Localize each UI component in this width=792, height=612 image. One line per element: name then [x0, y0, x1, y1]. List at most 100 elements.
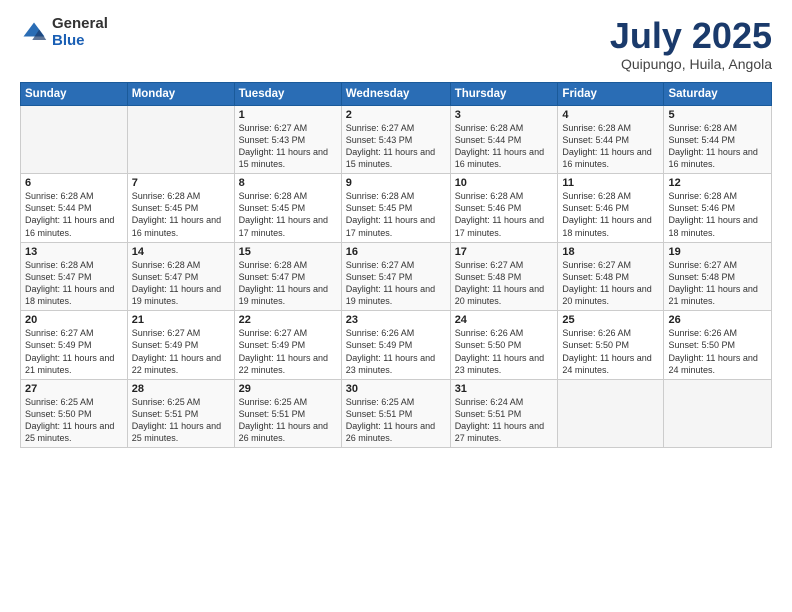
calendar-cell: 6Sunrise: 6:28 AMSunset: 5:44 PMDaylight… [21, 174, 128, 243]
day-number: 8 [239, 177, 337, 189]
day-number: 22 [239, 314, 337, 326]
day-info: Sunrise: 6:28 AMSunset: 5:47 PMDaylight:… [239, 259, 337, 308]
calendar-cell: 14Sunrise: 6:28 AMSunset: 5:47 PMDayligh… [127, 242, 234, 311]
calendar-cell: 29Sunrise: 6:25 AMSunset: 5:51 PMDayligh… [234, 379, 341, 448]
calendar-cell: 24Sunrise: 6:26 AMSunset: 5:50 PMDayligh… [450, 311, 558, 380]
weekday-header-sunday: Sunday [21, 82, 128, 105]
calendar-cell: 4Sunrise: 6:28 AMSunset: 5:44 PMDaylight… [558, 105, 664, 174]
calendar-cell: 12Sunrise: 6:28 AMSunset: 5:46 PMDayligh… [664, 174, 772, 243]
title-block: July 2025 Quipungo, Huila, Angola [610, 16, 772, 72]
day-info: Sunrise: 6:28 AMSunset: 5:47 PMDaylight:… [25, 259, 123, 308]
day-number: 21 [132, 314, 230, 326]
day-info: Sunrise: 6:27 AMSunset: 5:48 PMDaylight:… [668, 259, 767, 308]
weekday-header-saturday: Saturday [664, 82, 772, 105]
header: General Blue July 2025 Quipungo, Huila, … [20, 16, 772, 72]
calendar-cell: 22Sunrise: 6:27 AMSunset: 5:49 PMDayligh… [234, 311, 341, 380]
calendar-week-row: 6Sunrise: 6:28 AMSunset: 5:44 PMDaylight… [21, 174, 772, 243]
weekday-header-monday: Monday [127, 82, 234, 105]
title-location: Quipungo, Huila, Angola [610, 56, 772, 72]
day-number: 2 [346, 109, 446, 121]
day-info: Sunrise: 6:28 AMSunset: 5:47 PMDaylight:… [132, 259, 230, 308]
day-info: Sunrise: 6:27 AMSunset: 5:48 PMDaylight:… [455, 259, 554, 308]
logo-text: General Blue [52, 16, 108, 49]
page: General Blue July 2025 Quipungo, Huila, … [0, 0, 792, 612]
day-number: 20 [25, 314, 123, 326]
logo-icon [20, 19, 48, 47]
day-number: 13 [25, 246, 123, 258]
calendar-cell: 18Sunrise: 6:27 AMSunset: 5:48 PMDayligh… [558, 242, 664, 311]
calendar-cell [127, 105, 234, 174]
day-number: 30 [346, 383, 446, 395]
day-info: Sunrise: 6:28 AMSunset: 5:44 PMDaylight:… [668, 122, 767, 171]
weekday-header-row: SundayMondayTuesdayWednesdayThursdayFrid… [21, 82, 772, 105]
day-info: Sunrise: 6:28 AMSunset: 5:45 PMDaylight:… [132, 190, 230, 239]
calendar-cell: 28Sunrise: 6:25 AMSunset: 5:51 PMDayligh… [127, 379, 234, 448]
calendar-week-row: 13Sunrise: 6:28 AMSunset: 5:47 PMDayligh… [21, 242, 772, 311]
day-number: 3 [455, 109, 554, 121]
calendar-cell: 27Sunrise: 6:25 AMSunset: 5:50 PMDayligh… [21, 379, 128, 448]
day-info: Sunrise: 6:26 AMSunset: 5:49 PMDaylight:… [346, 327, 446, 376]
day-number: 6 [25, 177, 123, 189]
day-number: 10 [455, 177, 554, 189]
day-info: Sunrise: 6:25 AMSunset: 5:51 PMDaylight:… [132, 396, 230, 445]
weekday-header-tuesday: Tuesday [234, 82, 341, 105]
logo-general-label: General [52, 16, 108, 33]
calendar-cell: 19Sunrise: 6:27 AMSunset: 5:48 PMDayligh… [664, 242, 772, 311]
day-number: 15 [239, 246, 337, 258]
day-info: Sunrise: 6:28 AMSunset: 5:46 PMDaylight:… [562, 190, 659, 239]
day-info: Sunrise: 6:27 AMSunset: 5:48 PMDaylight:… [562, 259, 659, 308]
calendar-table: SundayMondayTuesdayWednesdayThursdayFrid… [20, 82, 772, 449]
calendar-cell: 2Sunrise: 6:27 AMSunset: 5:43 PMDaylight… [341, 105, 450, 174]
day-number: 29 [239, 383, 337, 395]
day-number: 16 [346, 246, 446, 258]
day-info: Sunrise: 6:25 AMSunset: 5:51 PMDaylight:… [346, 396, 446, 445]
day-number: 9 [346, 177, 446, 189]
day-info: Sunrise: 6:26 AMSunset: 5:50 PMDaylight:… [562, 327, 659, 376]
day-number: 11 [562, 177, 659, 189]
day-info: Sunrise: 6:26 AMSunset: 5:50 PMDaylight:… [668, 327, 767, 376]
day-number: 4 [562, 109, 659, 121]
day-number: 24 [455, 314, 554, 326]
calendar-cell [664, 379, 772, 448]
logo-blue-label: Blue [52, 33, 108, 50]
calendar-cell: 17Sunrise: 6:27 AMSunset: 5:48 PMDayligh… [450, 242, 558, 311]
calendar-cell: 13Sunrise: 6:28 AMSunset: 5:47 PMDayligh… [21, 242, 128, 311]
day-info: Sunrise: 6:28 AMSunset: 5:44 PMDaylight:… [25, 190, 123, 239]
calendar-cell: 7Sunrise: 6:28 AMSunset: 5:45 PMDaylight… [127, 174, 234, 243]
calendar-cell: 30Sunrise: 6:25 AMSunset: 5:51 PMDayligh… [341, 379, 450, 448]
day-info: Sunrise: 6:27 AMSunset: 5:43 PMDaylight:… [239, 122, 337, 171]
calendar-cell: 23Sunrise: 6:26 AMSunset: 5:49 PMDayligh… [341, 311, 450, 380]
weekday-header-wednesday: Wednesday [341, 82, 450, 105]
day-info: Sunrise: 6:28 AMSunset: 5:46 PMDaylight:… [455, 190, 554, 239]
logo: General Blue [20, 16, 108, 49]
day-info: Sunrise: 6:27 AMSunset: 5:49 PMDaylight:… [132, 327, 230, 376]
calendar-cell: 25Sunrise: 6:26 AMSunset: 5:50 PMDayligh… [558, 311, 664, 380]
day-number: 19 [668, 246, 767, 258]
calendar-cell: 11Sunrise: 6:28 AMSunset: 5:46 PMDayligh… [558, 174, 664, 243]
day-info: Sunrise: 6:28 AMSunset: 5:44 PMDaylight:… [562, 122, 659, 171]
day-number: 23 [346, 314, 446, 326]
day-info: Sunrise: 6:27 AMSunset: 5:43 PMDaylight:… [346, 122, 446, 171]
day-number: 18 [562, 246, 659, 258]
day-number: 12 [668, 177, 767, 189]
day-info: Sunrise: 6:28 AMSunset: 5:46 PMDaylight:… [668, 190, 767, 239]
day-number: 14 [132, 246, 230, 258]
day-info: Sunrise: 6:27 AMSunset: 5:49 PMDaylight:… [239, 327, 337, 376]
calendar-cell: 16Sunrise: 6:27 AMSunset: 5:47 PMDayligh… [341, 242, 450, 311]
calendar-cell: 5Sunrise: 6:28 AMSunset: 5:44 PMDaylight… [664, 105, 772, 174]
calendar-cell: 3Sunrise: 6:28 AMSunset: 5:44 PMDaylight… [450, 105, 558, 174]
calendar-cell: 31Sunrise: 6:24 AMSunset: 5:51 PMDayligh… [450, 379, 558, 448]
day-number: 17 [455, 246, 554, 258]
calendar-week-row: 1Sunrise: 6:27 AMSunset: 5:43 PMDaylight… [21, 105, 772, 174]
calendar-cell: 21Sunrise: 6:27 AMSunset: 5:49 PMDayligh… [127, 311, 234, 380]
calendar-cell [21, 105, 128, 174]
calendar-cell: 26Sunrise: 6:26 AMSunset: 5:50 PMDayligh… [664, 311, 772, 380]
day-number: 27 [25, 383, 123, 395]
day-number: 25 [562, 314, 659, 326]
day-number: 31 [455, 383, 554, 395]
weekday-header-friday: Friday [558, 82, 664, 105]
day-info: Sunrise: 6:26 AMSunset: 5:50 PMDaylight:… [455, 327, 554, 376]
day-info: Sunrise: 6:25 AMSunset: 5:51 PMDaylight:… [239, 396, 337, 445]
day-info: Sunrise: 6:28 AMSunset: 5:45 PMDaylight:… [239, 190, 337, 239]
day-info: Sunrise: 6:28 AMSunset: 5:45 PMDaylight:… [346, 190, 446, 239]
